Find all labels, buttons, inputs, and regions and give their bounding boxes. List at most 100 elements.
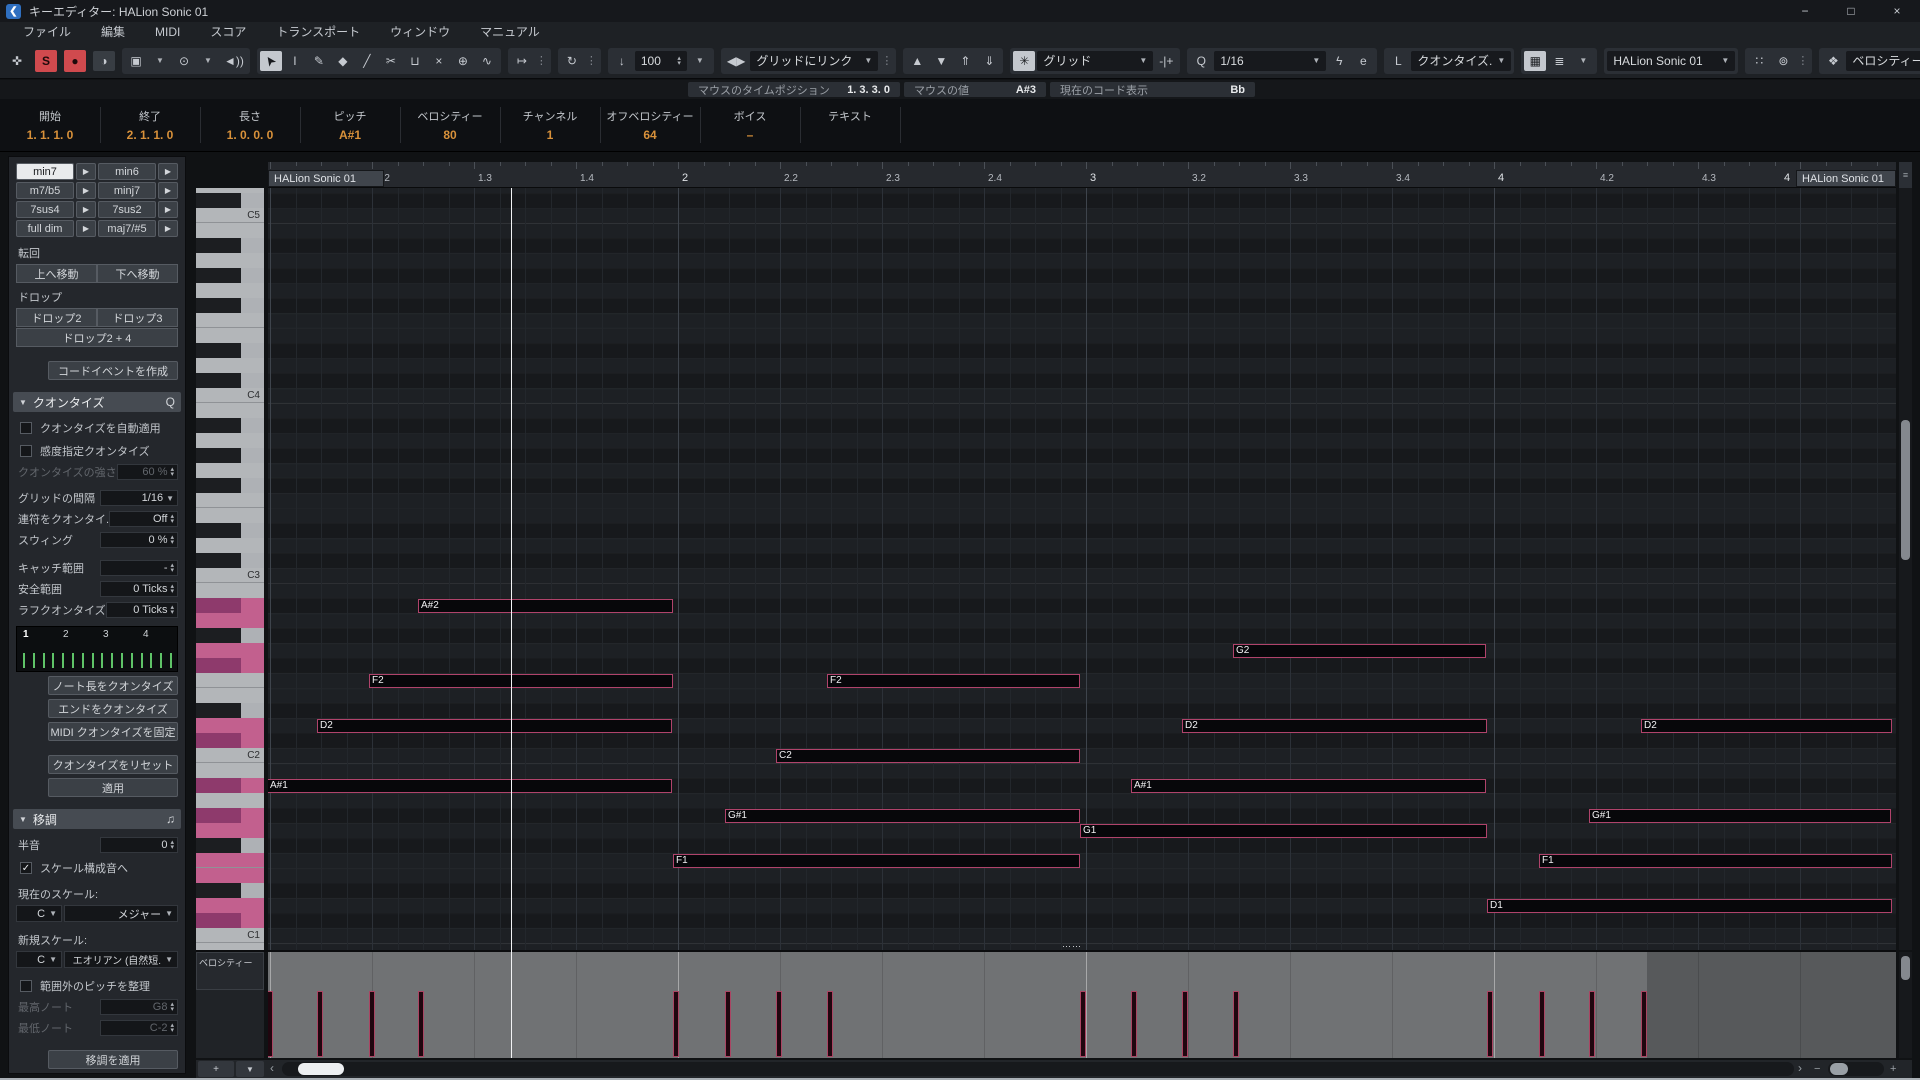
chord-pad-play-icon[interactable]: ▶ xyxy=(158,182,178,199)
piano-key-62[interactable] xyxy=(196,358,264,373)
velocity-bar[interactable] xyxy=(418,991,424,1057)
velocity-bar[interactable] xyxy=(1589,991,1595,1057)
edited-part-value[interactable]: HALion Sonic 01 xyxy=(1613,54,1702,68)
info-column-1[interactable]: 終了2. 1. 1. 0 xyxy=(100,99,200,151)
vertical-scroll-thumb[interactable] xyxy=(1901,420,1910,560)
step-grid-icon[interactable]: ∷ xyxy=(1748,51,1770,71)
status-segment-1[interactable]: マウスの値A#3 xyxy=(904,82,1046,97)
chord-pad-play-icon[interactable]: ▶ xyxy=(76,201,96,218)
apply-transpose-button[interactable]: 移調を適用 xyxy=(48,1050,178,1069)
chord-pad-play-icon[interactable]: ▶ xyxy=(76,163,96,180)
chord-pad-play-icon[interactable]: ▶ xyxy=(158,220,178,237)
piano-key-49[interactable] xyxy=(196,553,264,568)
spinner-icon[interactable]: ▴▾ xyxy=(170,584,174,594)
spinner-icon[interactable]: ▴▾ xyxy=(677,56,681,66)
piano-key-59[interactable] xyxy=(196,403,264,418)
spinner-icon[interactable]: ▴▾ xyxy=(170,535,174,545)
piano-key-46[interactable] xyxy=(196,598,264,613)
maximize-icon[interactable]: □ xyxy=(1828,0,1874,22)
velocity-bar[interactable] xyxy=(776,991,782,1057)
lane-resize-handle-icon[interactable]: ⋯⋯ xyxy=(1062,941,1082,952)
piano-key-45[interactable] xyxy=(196,613,264,628)
close-icon[interactable]: × xyxy=(1874,0,1920,22)
menu-item-MIDI[interactable]: MIDI xyxy=(140,22,195,43)
pin-icon[interactable]: ✜ xyxy=(6,51,28,71)
midi-note-F1[interactable]: F1 xyxy=(673,854,1080,868)
piano-key-44[interactable] xyxy=(196,628,264,643)
move-up-icon[interactable]: ▲ xyxy=(906,51,928,71)
chord-pad-play-icon[interactable]: ▶ xyxy=(76,182,96,199)
piano-key-53[interactable] xyxy=(196,493,264,508)
piano-key-51[interactable] xyxy=(196,523,264,538)
menu-item-ファイル[interactable]: ファイル xyxy=(8,22,86,43)
chevron-down-icon[interactable]: ▼ xyxy=(1139,56,1147,65)
chord-pad-minj7[interactable]: minj7 xyxy=(98,182,156,199)
midi-note-D2[interactable]: D2 xyxy=(1641,719,1892,733)
semitones-field[interactable]: 0▴▾ xyxy=(100,837,178,853)
rough-quantize-field[interactable]: 0 Ticks▴▾ xyxy=(106,602,178,618)
piano-key-30[interactable] xyxy=(196,838,264,853)
spinner-icon[interactable]: ▴▾ xyxy=(170,605,174,615)
move-down-button[interactable]: 下へ移動 xyxy=(97,264,178,283)
info-value[interactable]: 2. 1. 1. 0 xyxy=(100,128,200,142)
velocity-bar[interactable] xyxy=(1233,991,1239,1057)
piano-key-38[interactable] xyxy=(196,718,264,733)
lane-select-dropdown[interactable]: ▼ xyxy=(236,1061,264,1077)
info-value[interactable]: 1. 0. 0. 0 xyxy=(200,128,300,142)
midi-note-D2[interactable]: D2 xyxy=(1182,719,1487,733)
info-column-6[interactable]: オフベロシティー64 xyxy=(600,99,700,151)
loop-icon[interactable]: ↻ xyxy=(561,51,583,71)
piano-key-69[interactable] xyxy=(196,253,264,268)
piano-key-72[interactable]: C5 xyxy=(196,208,264,223)
piano-key-47[interactable] xyxy=(196,583,264,598)
chord-pad-m7/b5[interactable]: m7/b5 xyxy=(16,182,74,199)
menu-item-マニュアル[interactable]: マニュアル xyxy=(465,22,555,43)
piano-keyboard[interactable]: C5C4C3C2C1 xyxy=(196,188,264,950)
quantize-panel-icon[interactable]: e xyxy=(1352,51,1374,71)
piano-key-29[interactable] xyxy=(196,853,264,868)
midi-note-C2[interactable]: C2 xyxy=(776,749,1080,763)
solo-button[interactable]: S xyxy=(35,50,57,72)
h-zoom-in-icon[interactable]: + xyxy=(1890,1062,1896,1076)
range-tool[interactable]: I xyxy=(284,51,306,71)
quantize-preset-value[interactable]: 1/16 xyxy=(1220,54,1243,68)
piano-key-60[interactable]: C4 xyxy=(196,388,264,403)
piano-key-68[interactable] xyxy=(196,268,264,283)
length-quantize-value[interactable]: クオンタイズ. xyxy=(1417,52,1492,69)
insert-velocity-dropdown[interactable]: ▼ xyxy=(689,51,711,71)
apply-quantize-icon[interactable]: ϟ xyxy=(1328,51,1350,71)
info-column-4[interactable]: ベロシティー80 xyxy=(400,99,500,151)
reset-quantize-button[interactable]: クオンタイズをリセット xyxy=(48,755,178,774)
safe-range-field[interactable]: 0 Ticks▴▾ xyxy=(100,581,178,597)
line-tool[interactable]: ╱ xyxy=(356,51,378,71)
piano-key-39[interactable] xyxy=(196,703,264,718)
swing-field[interactable]: 0 %▴▾ xyxy=(100,532,178,548)
move-up-octave-icon[interactable]: ⇑ xyxy=(954,51,976,71)
quantize-section-header[interactable]: ▼ クオンタイズ Q xyxy=(13,392,181,412)
erase-tool[interactable]: ◆ xyxy=(332,51,354,71)
note-grid[interactable]: A#2F2D2A#1F1G#1C2F2G1A#1D2G2D1F1G#1D2 xyxy=(268,188,1896,950)
kebab-icon[interactable]: ⋮ xyxy=(1796,54,1809,67)
quantize-ends-button[interactable]: エンドをクオンタイズ xyxy=(48,699,178,718)
piano-key-25[interactable] xyxy=(196,913,264,928)
midi-note-D2[interactable]: D2 xyxy=(317,719,672,733)
zoom-tool[interactable]: ⊕ xyxy=(452,51,474,71)
show-part-borders-icon[interactable]: ▦ xyxy=(1524,51,1546,71)
chevron-down-icon[interactable]: ▼ xyxy=(1312,56,1320,65)
part-edit-dropdown[interactable]: ▼ xyxy=(1572,51,1594,71)
status-segment-2[interactable]: 現在のコード表示Bb xyxy=(1050,82,1255,97)
midi-note-G#1[interactable]: G#1 xyxy=(725,809,1080,823)
velocity-bar[interactable] xyxy=(1131,991,1137,1057)
spinner-icon[interactable]: ▴▾ xyxy=(170,514,174,524)
menu-item-スコア[interactable]: スコア xyxy=(195,22,261,43)
piano-key-34[interactable] xyxy=(196,778,264,793)
quantize-grid-display[interactable]: 1234 xyxy=(16,626,178,672)
chord-pad-7sus2[interactable]: 7sus2 xyxy=(98,201,156,218)
velocity-bar[interactable] xyxy=(1080,991,1086,1057)
piano-key-65[interactable] xyxy=(196,313,264,328)
horizontal-scroll-thumb[interactable] xyxy=(298,1063,344,1075)
velocity-bar[interactable] xyxy=(673,991,679,1057)
spinner-icon[interactable]: ▴▾ xyxy=(170,563,174,573)
autoscroll-icon[interactable]: ↦ xyxy=(511,51,533,71)
piano-key-70[interactable] xyxy=(196,238,264,253)
